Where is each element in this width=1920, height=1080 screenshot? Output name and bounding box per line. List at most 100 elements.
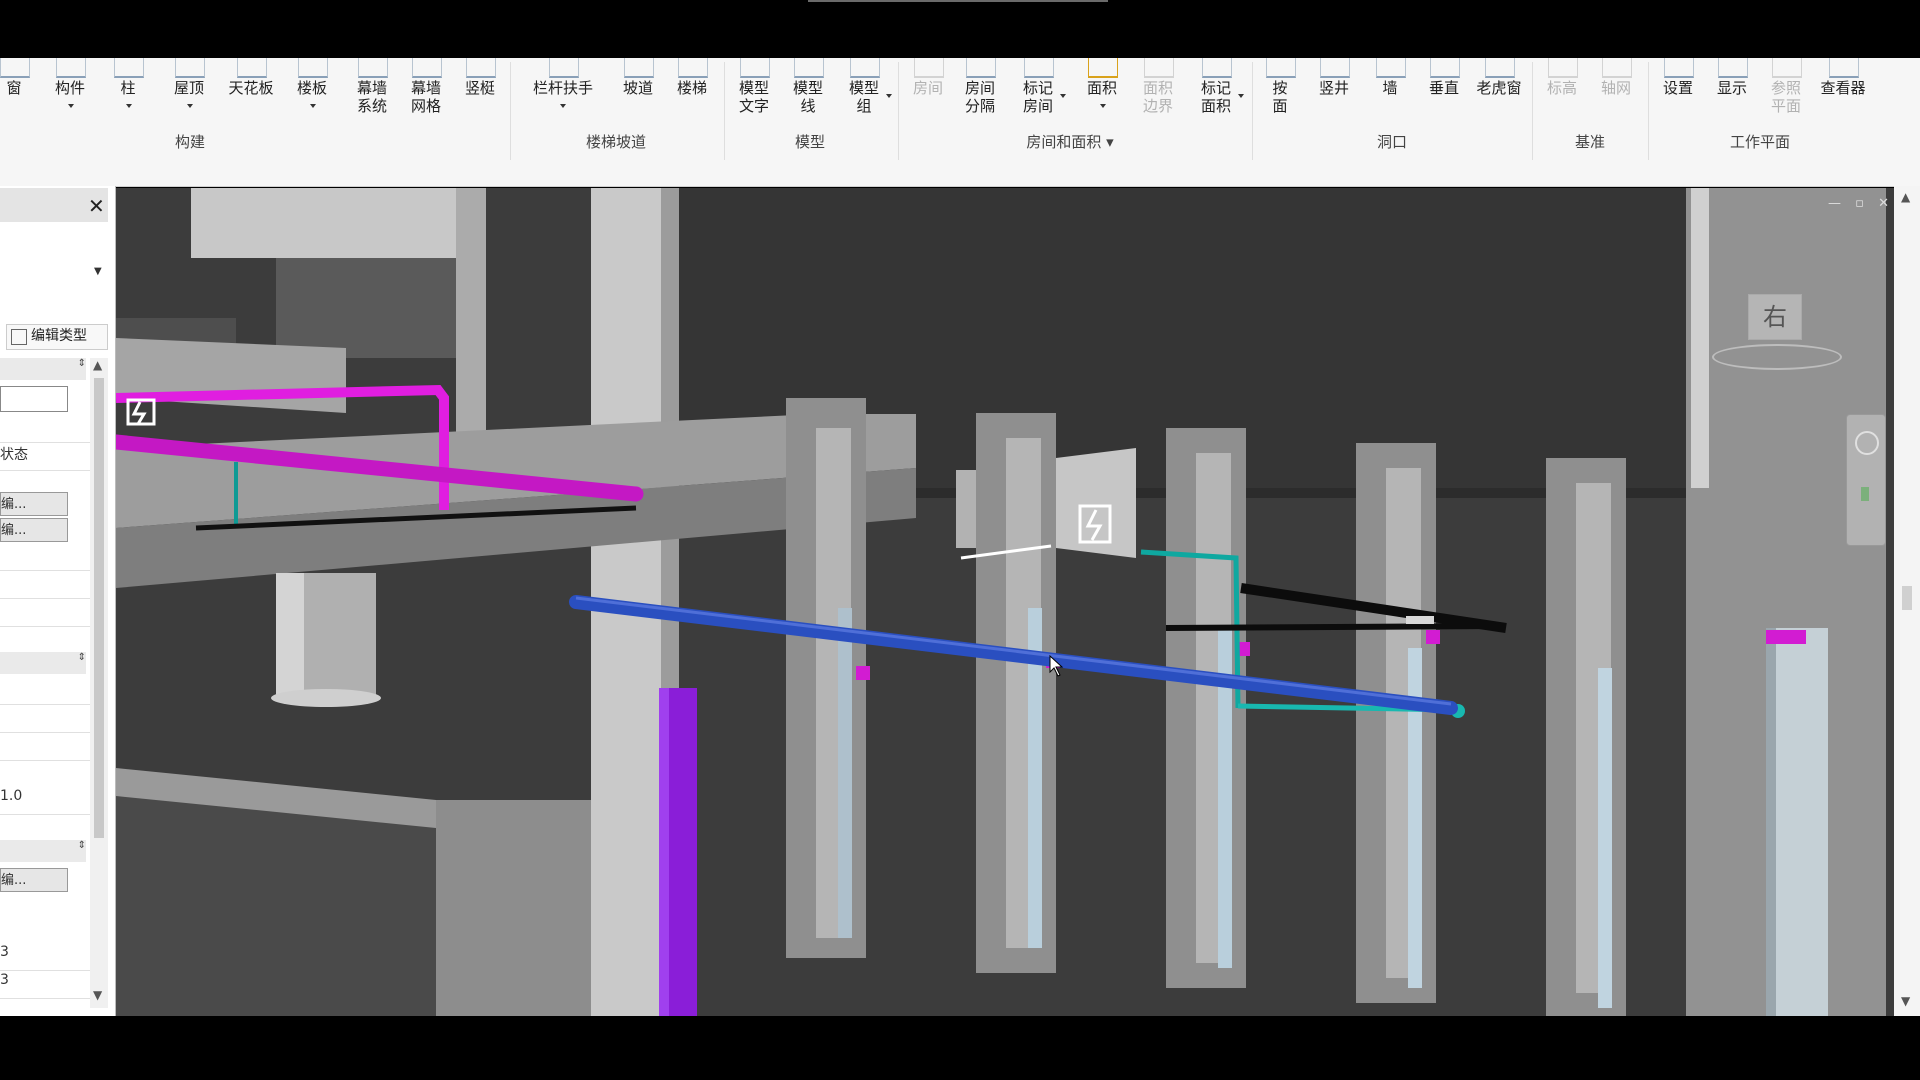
floor-dropdown-caret (310, 104, 316, 108)
pipe-cap (856, 666, 870, 680)
model-line-icon (794, 58, 824, 78)
group-label-build: 构建 (174, 133, 205, 151)
tag-area-button[interactable]: 标记 面积 (1188, 58, 1244, 154)
black-pipe-lower (1165, 623, 1497, 631)
railing-dropdown-caret (560, 104, 566, 108)
property-row (0, 416, 90, 443)
pipe-fitting (1406, 616, 1434, 624)
property-row (0, 734, 90, 761)
property-row (0, 600, 90, 627)
group-label-circulation: 楼梯坡道 (585, 133, 646, 151)
curtain-grid-button[interactable]: 幕墙 网格 (398, 58, 454, 154)
property-row (0, 544, 90, 571)
viewcube-compass-ring[interactable] (1712, 344, 1842, 370)
tag-area-icon (1202, 58, 1232, 78)
scroll-down-icon[interactable]: ▼ (1901, 994, 1910, 1008)
model-group-dropdown-caret (886, 94, 892, 98)
round-column-base (271, 689, 381, 707)
property-row (0, 706, 90, 733)
edit-type-icon (11, 329, 27, 345)
area-boundary-icon (1144, 58, 1174, 78)
properties-section-header[interactable]: ⇕ (0, 840, 86, 862)
shaft-icon (1320, 58, 1350, 78)
navigation-bar[interactable] (1846, 414, 1886, 546)
type-selector-dropdown[interactable]: ▼ (94, 266, 102, 277)
ramp-icon (624, 58, 654, 78)
scrollbar-thumb[interactable] (1902, 586, 1912, 610)
3d-viewport[interactable] (116, 188, 1896, 1016)
curtain-grid-icon (412, 58, 442, 78)
purple-riser-highlight (659, 688, 669, 1016)
mullion-icon (466, 58, 496, 78)
window-4 (1356, 443, 1436, 1003)
scroll-up-icon[interactable]: ▲ (93, 358, 102, 372)
area-icon (1088, 58, 1118, 78)
set-workplane-icon (1664, 58, 1694, 78)
railing-icon (549, 58, 579, 78)
property-row (0, 678, 90, 705)
tag-room-icon (1024, 58, 1054, 78)
floor-button[interactable]: 楼板 (284, 58, 340, 154)
roof-dropdown-caret (187, 104, 193, 108)
edit-type-button[interactable]: 编辑类型 (6, 324, 108, 350)
pipe-cap (1426, 630, 1440, 644)
viewer-button[interactable]: 查看器 (1812, 58, 1874, 154)
grid-icon (1602, 58, 1632, 78)
recess (276, 258, 466, 358)
property-edit-button-1[interactable]: 编... (0, 492, 68, 516)
right-glass-frame (1766, 628, 1776, 1016)
window-3 (1166, 428, 1246, 988)
set-workplane-button[interactable]: 设置 (1650, 58, 1706, 154)
room-button[interactable]: 房间 (900, 58, 956, 154)
roof-icon (175, 58, 205, 78)
component-button[interactable]: 构件 (42, 58, 98, 154)
property-row-status: 状态 (0, 444, 90, 471)
zoom-icon[interactable] (1861, 487, 1869, 501)
scroll-down-icon[interactable]: ▼ (93, 988, 102, 1002)
level-icon (1548, 58, 1578, 78)
window-5 (1546, 458, 1626, 1016)
column-dropdown-caret (126, 104, 132, 108)
property-edit-button-3[interactable]: 编... (0, 868, 68, 892)
scroll-up-icon[interactable]: ▲ (1901, 190, 1910, 204)
group-label-room-area[interactable]: 房间和面积 ▾ (1000, 131, 1140, 152)
properties-section-header[interactable]: ⇕ (0, 358, 86, 380)
tab-highlight (808, 0, 1108, 2)
model-text-icon (740, 58, 770, 78)
property-edit-button-2[interactable]: 编... (0, 518, 68, 542)
group-separator (898, 62, 899, 160)
title-bar (0, 0, 1920, 58)
group-separator (724, 62, 725, 160)
properties-header: ✕ (0, 188, 108, 222)
ribbon-panel: 窗 构件 柱 屋顶 天花板 楼板 幕墙 系统 幕墙 网格 竖梃 栏杆扶手 坡道 … (0, 58, 1920, 187)
by-face-button[interactable]: 按 面 (1252, 58, 1308, 154)
properties-panel: ✕ ▼ 编辑类型 ⇕ 状态 编... 编... ⇕ 1.0 ⇕ 编... 3 3… (0, 186, 116, 1016)
dormer-button[interactable]: 老虎窗 (1468, 58, 1530, 154)
properties-section-header[interactable]: ⇕ (0, 652, 86, 674)
viewer-icon (1829, 58, 1859, 78)
close-icon[interactable]: ✕ (88, 194, 105, 218)
window-2 (976, 413, 1056, 973)
group-label-work-plane: 工作平面 (1729, 133, 1790, 151)
group-label-datum: 基准 (1574, 133, 1605, 151)
window-glass (838, 608, 852, 938)
scrollbar-thumb[interactable] (94, 378, 104, 838)
component-icon (56, 58, 86, 78)
viewcube[interactable]: 右 (1748, 294, 1802, 340)
model-group-icon (850, 58, 880, 78)
window-button[interactable]: 窗 (0, 58, 42, 154)
curtain-system-button[interactable]: 幕墙 系统 (344, 58, 400, 154)
column-icon (114, 58, 144, 78)
column-left (456, 188, 486, 448)
3d-scene (116, 188, 1896, 1016)
steering-wheel-icon[interactable] (1855, 431, 1879, 455)
vertical-opening-icon (1430, 58, 1460, 78)
viewport-window-controls[interactable]: — ▫ ✕ (1828, 196, 1894, 211)
property-value-field[interactable] (0, 386, 68, 412)
viewport-scrollbar[interactable]: ▲ ▼ (1894, 186, 1920, 1016)
properties-scrollbar[interactable]: ▲ ▼ (90, 358, 108, 1008)
mullion-button[interactable]: 竖梃 (452, 58, 508, 154)
room-icon (914, 58, 944, 78)
tag-area-dropdown-caret (1238, 94, 1244, 98)
group-label-model: 模型 (794, 133, 825, 151)
